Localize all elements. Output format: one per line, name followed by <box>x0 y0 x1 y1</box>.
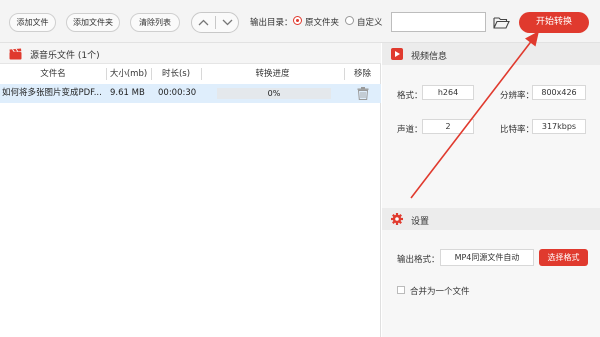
video-info-icon <box>391 48 403 60</box>
clear-list-button[interactable]: 清除列表 <box>130 13 180 32</box>
resolution-value: 800x426 <box>532 85 586 100</box>
output-path-input[interactable] <box>391 12 486 32</box>
radio-custom[interactable] <box>345 16 354 25</box>
bitrate-value: 317kbps <box>532 119 586 134</box>
radio-source-folder[interactable] <box>293 16 302 25</box>
format-value: h264 <box>422 85 474 100</box>
settings-title: 设置 <box>411 217 430 227</box>
move-arrows <box>191 12 239 33</box>
col-size: 大小(mb) <box>109 69 148 79</box>
file-name-cell: 如何将多张图片变成PDF... <box>2 88 102 98</box>
file-list-panel: 源音乐文件 (1个) 文件名 大小(mb) 时长(s) 转换进度 移除 如何将多… <box>0 43 381 337</box>
properties-panel: 视频信息 格式： h264 分辨率： 800x426 声道： 2 比特率： 31… <box>382 43 600 337</box>
output-format-value[interactable]: MP4同源文件自动 <box>440 249 534 266</box>
chevron-up-icon <box>198 19 209 26</box>
start-convert-button[interactable]: 开始转换 <box>519 12 589 33</box>
format-label: 格式： <box>397 91 423 101</box>
output-dir-label: 输出目录： <box>250 18 293 28</box>
file-list-title: 源音乐文件 (1个) <box>30 51 100 61</box>
channel-value: 2 <box>422 119 474 134</box>
gear-icon <box>391 213 403 225</box>
radio-source-folder-label: 原文件夹 <box>305 18 340 28</box>
move-down-button[interactable] <box>216 13 239 32</box>
file-duration-cell: 00:00:30 <box>158 88 197 98</box>
toolbar: 添加文件 添加文件夹 清除列表 输出目录： 原文件夹 自定义 开始转换 <box>0 0 600 43</box>
col-progress: 转换进度 <box>255 69 290 79</box>
video-info-header: 视频信息 <box>382 43 600 65</box>
radio-custom-label: 自定义 <box>357 18 383 28</box>
channel-label: 声道： <box>397 125 423 135</box>
output-format-label: 输出格式： <box>397 255 440 265</box>
chevron-down-icon <box>222 19 233 26</box>
file-list-header: 源音乐文件 (1个) <box>0 43 381 64</box>
add-file-button[interactable]: 添加文件 <box>9 13 56 32</box>
clapperboard-icon <box>9 48 22 60</box>
merge-label: 合并为一个文件 <box>410 287 470 297</box>
trash-icon[interactable] <box>357 87 369 100</box>
progress-bar: 0% <box>217 88 331 99</box>
bitrate-label: 比特率： <box>500 125 535 135</box>
progress-percent: 0% <box>267 89 281 98</box>
col-filename: 文件名 <box>40 69 66 79</box>
merge-checkbox[interactable] <box>397 286 405 294</box>
move-up-button[interactable] <box>192 13 215 32</box>
settings-header: 设置 <box>382 208 600 230</box>
col-duration: 时长(s) <box>161 69 191 79</box>
browse-folder-button[interactable] <box>492 13 510 31</box>
folder-open-icon <box>492 16 510 29</box>
add-folder-button[interactable]: 添加文件夹 <box>66 13 120 32</box>
resolution-label: 分辨率： <box>500 91 535 101</box>
table-row[interactable]: 如何将多张图片变成PDF... 9.61 MB 00:00:30 0% <box>0 84 381 103</box>
file-size-cell: 9.61 MB <box>110 88 145 98</box>
select-format-button[interactable]: 选择格式 <box>539 249 588 266</box>
col-remove: 移除 <box>353 69 371 79</box>
video-info-title: 视频信息 <box>411 52 448 62</box>
